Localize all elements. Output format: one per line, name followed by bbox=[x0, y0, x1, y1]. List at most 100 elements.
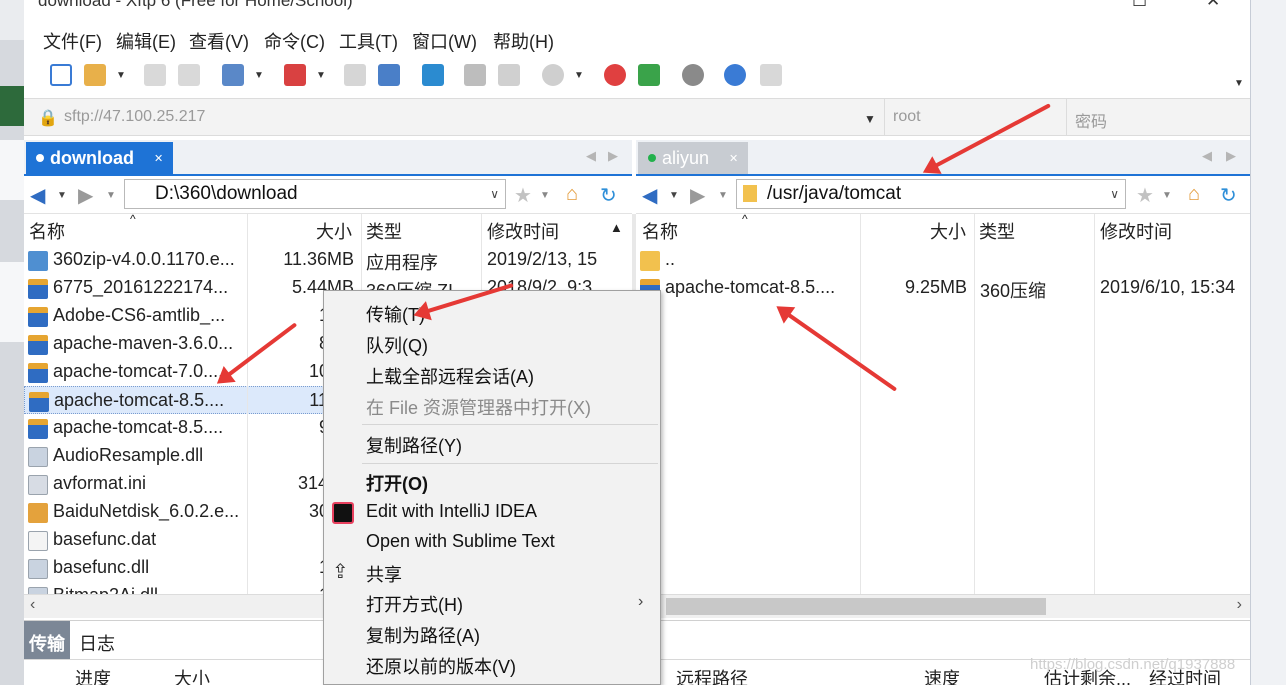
dll-icon bbox=[28, 559, 48, 579]
column-header-type[interactable]: 类型 bbox=[979, 218, 1015, 244]
column-header-name[interactable]: 名称 bbox=[642, 218, 678, 244]
menu-command[interactable]: 命令(C) bbox=[264, 28, 325, 54]
menu-window[interactable]: 窗口(W) bbox=[412, 28, 477, 54]
maximize-button[interactable]: ☐ bbox=[1132, 0, 1147, 11]
download-icon[interactable] bbox=[378, 64, 400, 86]
chevron-down-icon[interactable]: ∨ bbox=[1110, 180, 1119, 208]
back-icon[interactable]: ◀ bbox=[30, 183, 45, 208]
refresh-icon[interactable]: ↻ bbox=[1220, 183, 1237, 208]
menu-help[interactable]: 帮助(H) bbox=[493, 28, 554, 54]
scroll-left-icon[interactable]: ‹ bbox=[30, 596, 35, 614]
column-header-modified[interactable]: 修改时间 bbox=[487, 218, 559, 244]
paste-icon[interactable] bbox=[498, 64, 520, 86]
bookmark-star-icon[interactable]: ★ bbox=[1136, 183, 1154, 208]
gear-icon[interactable] bbox=[682, 64, 704, 86]
chevron-down-icon[interactable]: ▼ bbox=[864, 112, 876, 126]
tab-transfer[interactable]: 传输 bbox=[24, 621, 70, 659]
home-icon[interactable]: ⌂ bbox=[1188, 183, 1200, 206]
scroll-thumb[interactable] bbox=[666, 598, 1046, 615]
chevron-down-icon[interactable]: ▼ bbox=[540, 190, 550, 201]
disconnect-icon[interactable] bbox=[178, 64, 200, 86]
bookmark-star-icon[interactable]: ★ bbox=[514, 183, 532, 208]
tab-download[interactable]: download ✕ bbox=[26, 142, 174, 174]
chevron-down-icon[interactable]: ▼ bbox=[254, 70, 264, 81]
chevron-down-icon[interactable]: ▼ bbox=[574, 70, 584, 81]
file-row[interactable]: 360zip-v4.0.0.1170.e... 11.36MB 应用程序 2019/2… bbox=[24, 246, 632, 274]
column-header-type[interactable]: 类型 bbox=[366, 218, 402, 244]
chevron-down-icon[interactable]: ▼ bbox=[57, 190, 67, 201]
help-icon[interactable] bbox=[724, 64, 746, 86]
record-icon[interactable] bbox=[542, 64, 564, 86]
refresh-icon[interactable]: ↻ bbox=[600, 183, 617, 208]
chat-icon[interactable] bbox=[760, 64, 782, 86]
forward-icon[interactable]: ▶ bbox=[78, 183, 93, 208]
column-header-speed[interactable]: 速度 bbox=[924, 665, 960, 685]
sync-icon[interactable] bbox=[422, 64, 444, 86]
open-folder-icon[interactable] bbox=[84, 64, 106, 86]
tab-scroll-left-icon[interactable]: ◀ bbox=[586, 148, 596, 164]
tab-aliyun[interactable]: aliyun ✕ bbox=[638, 142, 749, 174]
properties-icon[interactable] bbox=[222, 64, 244, 86]
menu-item-open-sublime[interactable]: Open with Sublime Text bbox=[366, 531, 555, 552]
chevron-down-icon[interactable]: ▼ bbox=[106, 190, 116, 201]
chevron-down-icon[interactable]: ▼ bbox=[116, 70, 126, 81]
forward-icon[interactable]: ▶ bbox=[690, 183, 705, 208]
local-path-input[interactable]: D:\360\download ∨ bbox=[124, 179, 506, 209]
menu-file[interactable]: 文件(F) bbox=[43, 28, 102, 54]
column-header-size[interactable]: 大小 bbox=[930, 218, 966, 244]
chevron-down-icon[interactable]: ▼ bbox=[718, 190, 728, 201]
file-name: Bitmap2Ai.dll bbox=[53, 585, 158, 594]
close-icon[interactable]: ✕ bbox=[729, 152, 738, 165]
upload-icon[interactable] bbox=[344, 64, 366, 86]
column-header-name[interactable]: 名称 bbox=[29, 218, 65, 244]
close-button[interactable]: ✕ bbox=[1206, 0, 1220, 11]
column-header-remote-path[interactable]: 远程路径 bbox=[676, 665, 748, 685]
menu-item-upload-all-sessions[interactable]: 上载全部远程会话(A) bbox=[366, 363, 534, 389]
file-row[interactable]: apache-tomcat-8.5.... 9.25MB 360压缩 2019/6/1… bbox=[636, 274, 1250, 302]
file-name: 6775_20161222174... bbox=[53, 277, 229, 297]
file-name: apache-tomcat-8.5.... bbox=[54, 390, 225, 410]
tab-scroll-right-icon[interactable]: ▶ bbox=[1226, 148, 1236, 164]
new-session-icon[interactable] bbox=[50, 64, 72, 86]
remote-path-input[interactable]: /usr/java/tomcat ∨ bbox=[736, 179, 1126, 209]
scroll-right-icon[interactable]: › bbox=[1237, 596, 1242, 614]
host-url-input[interactable]: sftp://47.100.25.217 bbox=[64, 108, 205, 126]
file-row[interactable]: .. bbox=[636, 246, 1250, 274]
toolbar-overflow-icon[interactable]: ▼ bbox=[1234, 78, 1244, 89]
menu-edit[interactable]: 编辑(E) bbox=[116, 28, 176, 54]
xftp-icon[interactable] bbox=[638, 64, 660, 86]
menu-item-copy-path[interactable]: 复制路径(Y) bbox=[366, 432, 462, 458]
password-input[interactable]: 密码 bbox=[1075, 108, 1107, 132]
copy-icon[interactable] bbox=[464, 64, 486, 86]
username-input[interactable]: root bbox=[893, 108, 921, 126]
tab-scroll-left-icon[interactable]: ◀ bbox=[1202, 148, 1212, 164]
connect-icon[interactable] bbox=[144, 64, 166, 86]
column-header-modified[interactable]: 修改时间 bbox=[1100, 218, 1172, 244]
column-header-progress[interactable]: 进度 bbox=[75, 665, 111, 685]
tab-scroll-right-icon[interactable]: ▶ bbox=[608, 148, 618, 164]
column-header-size[interactable]: 大小 bbox=[316, 218, 352, 244]
column-header-size[interactable]: 大小 bbox=[174, 665, 210, 685]
home-icon[interactable]: ⌂ bbox=[566, 183, 578, 206]
menu-item-restore-versions[interactable]: 还原以前的版本(V) bbox=[366, 653, 516, 679]
tab-log[interactable]: 日志 bbox=[79, 630, 115, 656]
scroll-up-icon[interactable]: ▲ bbox=[610, 220, 623, 235]
xshell-icon[interactable] bbox=[604, 64, 626, 86]
menu-item-queue[interactable]: 队列(Q) bbox=[366, 332, 428, 358]
back-icon[interactable]: ◀ bbox=[642, 183, 657, 208]
chevron-down-icon[interactable]: ▼ bbox=[669, 190, 679, 201]
menu-item-copy-as-path[interactable]: 复制为路径(A) bbox=[366, 622, 480, 648]
menu-view[interactable]: 查看(V) bbox=[189, 28, 249, 54]
close-icon[interactable]: ✕ bbox=[154, 152, 163, 165]
terminal-icon[interactable] bbox=[284, 64, 306, 86]
menu-item-edit-intellij[interactable]: Edit with IntelliJ IDEA bbox=[366, 501, 537, 522]
remote-hscrollbar[interactable]: › bbox=[636, 594, 1250, 618]
chevron-down-icon[interactable]: ▼ bbox=[316, 70, 326, 81]
toolbar: ▼ ▼ ▼ ▼ ▼ bbox=[24, 56, 1250, 96]
menu-item-open[interactable]: 打开(O) bbox=[366, 470, 428, 496]
menu-item-open-with[interactable]: 打开方式(H) bbox=[366, 591, 463, 617]
menu-tools[interactable]: 工具(T) bbox=[339, 28, 398, 54]
chevron-down-icon[interactable]: ▼ bbox=[1162, 190, 1172, 201]
menu-item-share[interactable]: 共享 bbox=[366, 561, 402, 587]
chevron-down-icon[interactable]: ∨ bbox=[490, 180, 499, 208]
